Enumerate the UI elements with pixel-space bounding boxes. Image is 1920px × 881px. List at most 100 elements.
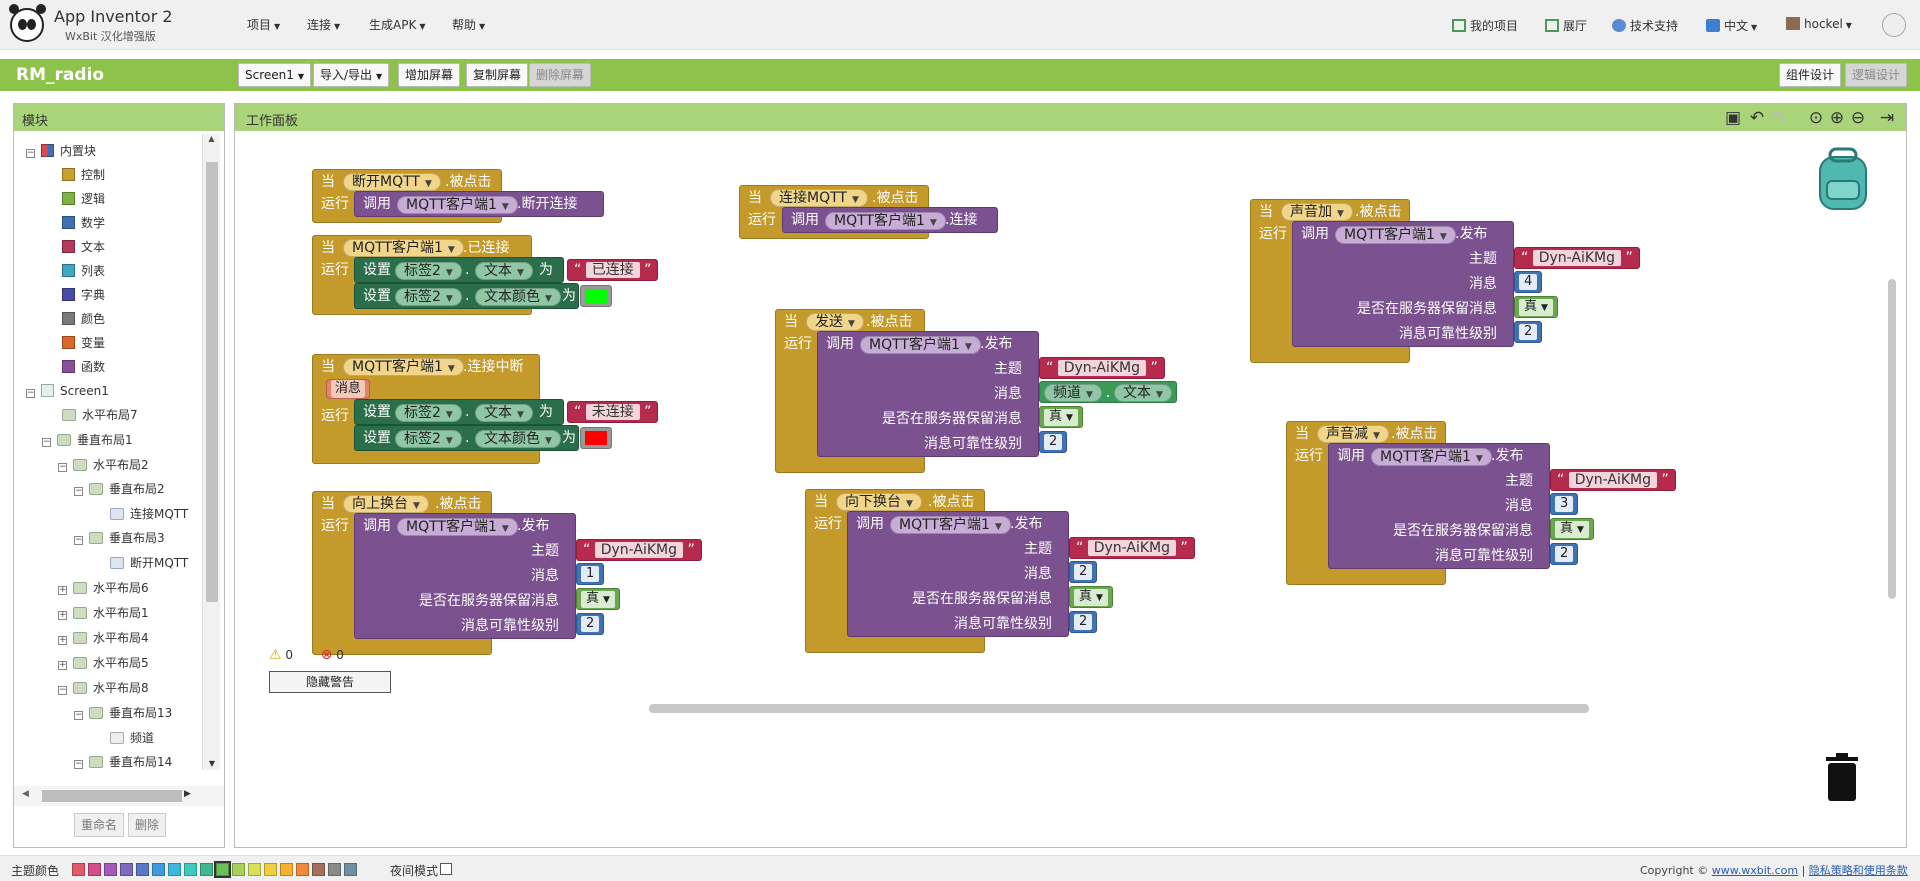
rename-button[interactable]: 重命名 [74,813,125,837]
label-dropdown[interactable]: 标签2 ▼ [395,288,462,306]
zoom-in-icon[interactable]: ⊕ [1828,109,1846,127]
canvas-horizontal-scrollbar[interactable] [649,704,1589,713]
block-canvas[interactable]: 当 断开MQTT ▼ .被点击 运行 调用 MQTT客户端1 ▼ .断开连接 当 M… [244,139,1904,844]
label-dropdown[interactable]: 标签2 ▼ [395,430,462,448]
theme-color-swatch[interactable] [248,863,261,876]
theme-color-swatch[interactable] [184,863,197,876]
blocks-editor-button[interactable]: 逻辑设计 [1845,63,1908,87]
bool-block-retain[interactable]: 真 ▼ [1550,518,1594,540]
component-dropdown[interactable]: 向上换台 ▼ [343,495,429,513]
backpack-icon[interactable] [1812,147,1874,211]
text-block-topic[interactable]: “ Dyn-AiKMg ” [1039,357,1165,379]
theme-color-swatch[interactable] [280,863,293,876]
color-block-red[interactable] [580,427,612,449]
theme-color-swatch[interactable] [168,863,181,876]
mqtt-dropdown[interactable]: MQTT客户端1 ▼ [825,212,946,230]
call-block-disconnect[interactable]: 调用 MQTT客户端1 ▼ .断开连接 [354,191,604,217]
tree-component[interactable]: 断开MQTT [110,555,188,571]
number-block-qos[interactable]: 2 [1039,431,1068,453]
component-dropdown[interactable]: 频道 ▼ [1044,384,1102,402]
support-link[interactable]: 技术支持 [1612,17,1678,34]
tree-component[interactable]: − 垂直布局14 [74,754,172,770]
builtin-procedures[interactable]: 函数 [62,359,105,375]
text-block-topic[interactable]: “ Dyn-AiKMg ” [1069,537,1195,559]
builtin-control[interactable]: 控制 [62,167,105,183]
call-block-publish[interactable]: 调用 MQTT客户端1 ▼ .发布 主题 消息 是否在服务器保留消息 消息可靠性级… [1328,443,1550,569]
tree-builtin[interactable]: − 内置块 [26,143,96,159]
canvas-vertical-scrollbar[interactable] [1888,279,1896,599]
text-block-topic[interactable]: “ Dyn-AiKMg ” [1550,469,1676,491]
tree-component[interactable]: − 水平布局2 [58,457,149,473]
theme-color-swatch[interactable] [200,863,213,876]
number-block-qos[interactable]: 2 [1514,321,1543,343]
property-dropdown[interactable]: 文本 ▼ [475,404,533,422]
scroll-down-icon[interactable]: ▼ [203,759,221,768]
number-block-qos[interactable]: 2 [1069,611,1098,633]
call-block-connect[interactable]: 调用 MQTT客户端1 ▼ .连接 [782,207,998,233]
call-block-publish[interactable]: 调用 MQTT客户端1 ▼ .发布 主题 消息 是否在服务器保留消息 消息可靠性级… [1292,221,1514,347]
number-block-qos[interactable]: 2 [576,613,605,635]
menu-connect[interactable]: 连接 ▼ [307,16,340,33]
mqtt-dropdown[interactable]: MQTT客户端1 ▼ [343,239,464,257]
builtin-dictionaries[interactable]: 字典 [62,287,105,303]
number-block-message[interactable]: 4 [1514,271,1543,293]
palette-scroll-thumb[interactable] [206,162,218,602]
component-dropdown[interactable]: 声音加 ▼ [1281,203,1353,221]
panda-logo-icon[interactable] [9,4,46,42]
zoom-out-icon[interactable]: ⊖ [1849,109,1867,127]
tree-component[interactable]: − 垂直布局13 [74,705,172,721]
language-select[interactable]: 中文 ▼ [1706,17,1757,34]
palette-hscroll-thumb[interactable] [42,790,182,802]
menu-build-apk[interactable]: 生成APK ▼ [369,16,425,33]
palette-vertical-scrollbar[interactable]: ▲ ▼ [202,134,220,770]
collapse-panel-icon[interactable]: ⇥ [1878,109,1896,127]
tree-component[interactable]: − 垂直布局3 [74,530,165,546]
scroll-right-icon[interactable]: ▶ [184,789,191,799]
text-block-connected[interactable]: “ 已连接 ” [567,259,659,281]
label-dropdown[interactable]: 标签2 ▼ [395,262,462,280]
theme-color-swatch[interactable] [214,861,231,878]
component-dropdown[interactable]: 发送 ▼ [806,313,864,331]
tree-component[interactable]: − 垂直布局2 [74,481,165,497]
call-block-publish[interactable]: 调用 MQTT客户端1 ▼ .发布 主题 消息 是否在服务器保留消息 消息可靠性级… [847,511,1069,637]
screen-select[interactable]: Screen1 ▼ [238,63,312,87]
set-label-color-block[interactable]: 设置 标签2 ▼ . 文本颜色 ▼ 为 [354,283,579,309]
mqtt-dropdown[interactable]: MQTT客户端1 ▼ [397,518,518,536]
mqtt-dropdown[interactable]: MQTT客户端1 ▼ [397,196,518,214]
my-projects-link[interactable]: 我的项目 [1452,17,1518,34]
theme-color-swatch[interactable] [296,863,309,876]
builtin-colors[interactable]: 颜色 [62,311,105,327]
builtin-logic[interactable]: 逻辑 [62,191,105,207]
gallery-link[interactable]: 展厅 [1545,17,1587,34]
theme-color-swatch[interactable] [104,863,117,876]
designer-button[interactable]: 组件设计 [1779,63,1842,87]
theme-color-swatch[interactable] [120,863,133,876]
delete-component-button[interactable]: 删除 [128,813,167,837]
wip-badge-icon[interactable] [1882,13,1906,37]
hide-warnings-button[interactable]: 隐藏警告 [269,671,391,693]
text-block-topic[interactable]: “ Dyn-AiKMg ” [576,539,702,561]
text-block-topic[interactable]: “ Dyn-AiKMg ” [1514,247,1640,269]
tree-component[interactable]: 水平布局7 [62,407,138,423]
mqtt-dropdown[interactable]: MQTT客户端1 ▼ [890,516,1011,534]
mqtt-dropdown[interactable]: MQTT客户端1 ▼ [1371,448,1492,466]
tree-component[interactable]: 连接MQTT [110,506,188,522]
set-label-color-block[interactable]: 设置 标签2 ▼ . 文本颜色 ▼ 为 [354,425,579,451]
builtin-text[interactable]: 文本 [62,239,105,255]
bool-block-retain[interactable]: 真 ▼ [1069,586,1113,608]
set-label-text-block[interactable]: 设置 标签2 ▼ . 文本 ▼ 为 [354,399,564,425]
set-label-text-block[interactable]: 设置 标签2 ▼ . 文本 ▼ 为 [354,257,564,283]
recenter-icon[interactable]: ⊙ [1807,109,1825,127]
property-dropdown[interactable]: 文本颜色 ▼ [475,430,561,448]
component-dropdown[interactable]: 声音减 ▼ [1317,425,1389,443]
theme-color-swatch[interactable] [312,863,325,876]
component-dropdown[interactable]: 向下换台 ▼ [836,493,922,511]
tree-component[interactable]: 频道 [110,730,154,746]
tree-screen1[interactable]: − Screen1 [26,383,109,399]
privacy-link[interactable]: 隐私策略和使用条款 [1809,864,1908,877]
theme-color-swatch[interactable] [232,863,245,876]
property-dropdown[interactable]: 文本颜色 ▼ [475,288,561,306]
scroll-left-icon[interactable]: ◀ [22,789,29,799]
text-block-not-connected[interactable]: “ 未连接 ” [567,401,659,423]
builtin-lists[interactable]: 列表 [62,263,105,279]
